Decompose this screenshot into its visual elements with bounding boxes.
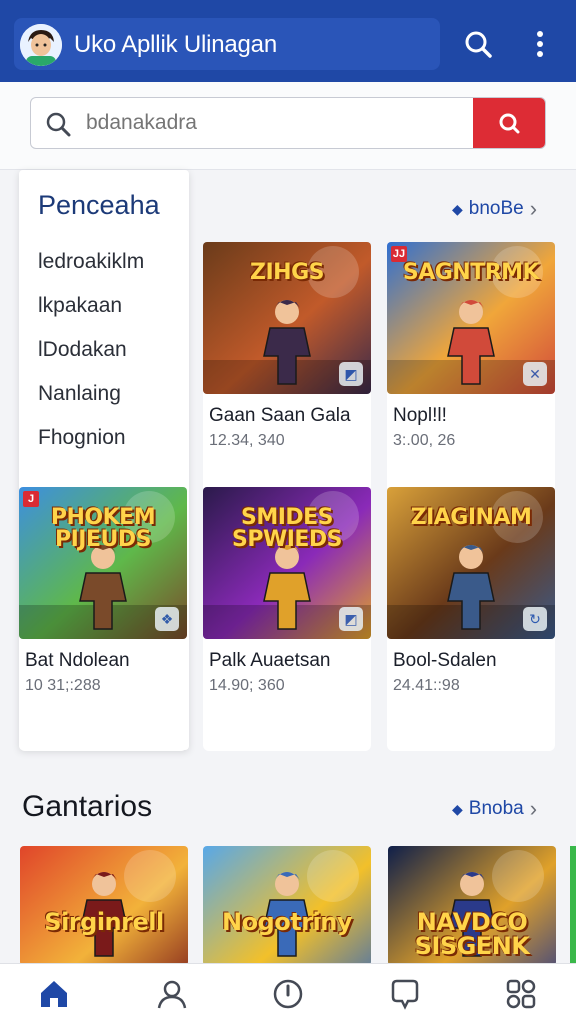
game-card[interactable]: ZIHGS ◩ Gaan Saan Gala 12.34, 340: [203, 242, 371, 506]
profile-icon: [157, 980, 187, 1009]
game-card[interactable]: SMIDES SPWIEDS ◩ Palk Auaetsan 14.90; 360: [203, 487, 371, 751]
game-logo-text: SAGNTRMK: [402, 260, 540, 285]
game-title: Bool-Sdalen: [393, 650, 497, 671]
game-stats: 12.34, 340: [209, 432, 285, 449]
character-figure: [447, 545, 495, 630]
badge-icon: ❖: [155, 607, 179, 631]
game-stats: 14.90; 360: [209, 677, 285, 694]
search-input[interactable]: [86, 102, 466, 144]
avatar[interactable]: [20, 24, 62, 66]
game-title: Palk Auaetsan: [209, 650, 331, 671]
game-logo-text: SMIDES SPWIEDS: [231, 505, 343, 552]
apps-grid-icon: [506, 979, 536, 1009]
nav-history[interactable]: [268, 974, 308, 1014]
game-card[interactable]: PHOKEM PIJEUDS J ❖ Bat Ndolean 10 31;:288: [19, 487, 187, 751]
game-stats: 24.41::98: [393, 677, 460, 694]
game-logo-text: ZIAGINAM: [410, 505, 532, 530]
header-search-button[interactable]: [460, 26, 496, 62]
category-item[interactable]: Fhognion: [38, 426, 126, 450]
game-thumbnail[interactable]: PHOKEM PIJEUDS J ❖: [19, 487, 187, 639]
see-more-label: bnoBe: [468, 198, 524, 219]
chat-icon: [391, 979, 419, 1010]
game-card[interactable]: ZIAGINAM↻Bool-Sdalen24.41::98: [387, 487, 555, 751]
diamond-icon: ◆: [452, 200, 463, 217]
badge-icon: ◩: [339, 362, 363, 386]
more-vertical-icon: [537, 31, 543, 57]
search-field-icon: [44, 110, 72, 138]
badge-icon: ◩: [339, 607, 363, 631]
badge-icon: ✕: [523, 362, 547, 386]
corner-tag: JJ: [391, 246, 407, 262]
category-item[interactable]: ledroakiklm: [38, 250, 144, 274]
search-icon: [46, 112, 71, 137]
game-thumbnail[interactable]: Sirginrell: [20, 846, 188, 966]
nav-apps[interactable]: [501, 974, 541, 1014]
game-card[interactable]: SAGNTRMK JJ ✕ Nopl!l! 3:.00, 26: [387, 242, 555, 506]
game-stats: 3:.00, 26: [393, 432, 456, 449]
category-item[interactable]: lDodakan: [38, 338, 127, 362]
game-thumbnail[interactable]: ZIAGINAM ↻: [387, 487, 555, 639]
badge-icon: ↻: [523, 607, 547, 631]
nav-profile[interactable]: [152, 974, 192, 1014]
game-title: Nopl!l!: [393, 405, 447, 426]
game-logo-text: NAVDCO SISGENK: [414, 908, 530, 960]
nav-home[interactable]: [34, 974, 74, 1014]
category-panel-title: Penceaha: [38, 190, 160, 220]
character-figure: [263, 300, 311, 385]
home-icon: [41, 981, 67, 1007]
game-stats: 10 31;:288: [25, 677, 101, 694]
corner-tag: J: [23, 491, 39, 507]
game-title: Gaan Saan Gala: [209, 405, 351, 426]
chevron-right-icon: ›: [529, 196, 538, 221]
character-figure: [79, 545, 127, 630]
game-logo-text: PHOKEM PIJEUDS: [50, 505, 156, 552]
next-card-peek: [570, 846, 576, 966]
game-thumbnail[interactable]: NAVDCO SISGENK: [388, 846, 556, 966]
game-logo-text: Sirginrell: [44, 908, 164, 936]
character-figure: [447, 300, 495, 385]
game-logo-text: ZIHGS: [250, 260, 324, 285]
category-item[interactable]: Nanlaing: [38, 382, 121, 406]
section-title: Gantarios: [22, 790, 153, 823]
diamond-icon: ◆: [452, 800, 463, 817]
chevron-right-icon: ›: [529, 796, 538, 821]
game-thumbnail[interactable]: SAGNTRMK JJ ✕: [387, 242, 555, 394]
game-thumbnail[interactable]: Nogotriny: [203, 846, 371, 966]
nav-messages[interactable]: [385, 974, 425, 1014]
more-menu-button[interactable]: [522, 26, 558, 62]
category-item[interactable]: lkpakaan: [38, 294, 122, 318]
app-title: Uko Apllik Ulinagan: [74, 31, 277, 58]
clock-icon: [273, 979, 303, 1009]
game-thumbnail[interactable]: SMIDES SPWIEDS ◩: [203, 487, 371, 639]
featured-see-more-link[interactable]: ◆ bnoBe ›: [452, 196, 537, 222]
search-submit-button[interactable]: [473, 98, 545, 148]
see-more-label: Bnoba: [468, 798, 524, 819]
game-thumbnail[interactable]: ZIHGS ◩: [203, 242, 371, 394]
game-logo-text: Nogotriny: [221, 908, 353, 936]
search-icon: [465, 31, 492, 58]
character-figure: [263, 545, 311, 630]
game-title: Bat Ndolean: [25, 650, 130, 671]
search-icon: [499, 113, 520, 134]
popular-see-more-link[interactable]: ◆ Bnoba ›: [452, 796, 537, 822]
